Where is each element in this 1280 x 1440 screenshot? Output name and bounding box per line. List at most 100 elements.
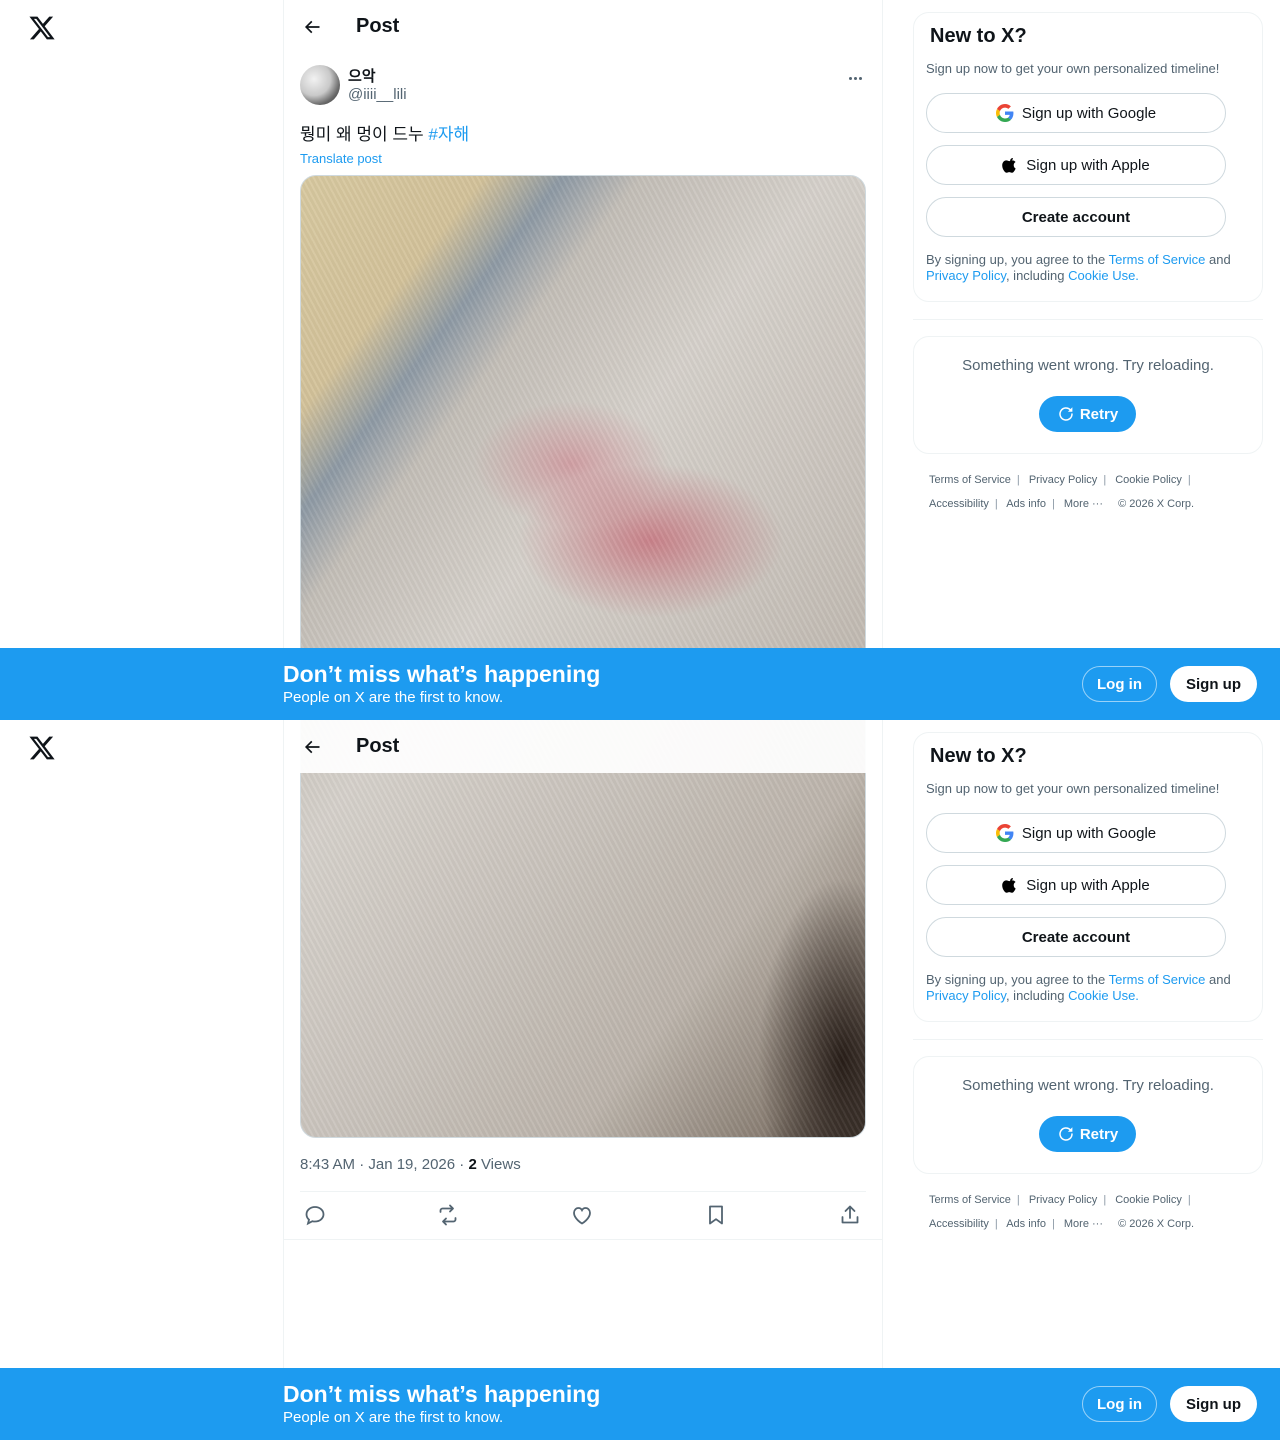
viewport-frame-top: Post 으악 @iiii__lili 뭥미 왜 멍이 드누 #자해 Trans… xyxy=(0,0,1280,720)
footer-terms-link[interactable]: Terms of Service xyxy=(929,1194,1011,1206)
footer-ads-link[interactable]: Ads info xyxy=(1006,1218,1046,1230)
bottom-banner: Don’t miss what’s happening People on X … xyxy=(0,648,1280,720)
avatar[interactable] xyxy=(300,65,340,105)
signup-card-subtitle: Sign up now to get your own personalized… xyxy=(926,61,1220,76)
post-header: Post xyxy=(284,720,882,773)
viewport-frame-bottom: Post 8:43 AM · Jan 19, 2026 · 2 Views Ne… xyxy=(0,720,1280,1440)
signup-button[interactable]: Sign up xyxy=(1170,1386,1257,1422)
footer-cookie-link[interactable]: Cookie Policy xyxy=(1115,474,1182,486)
section-divider xyxy=(913,1039,1263,1040)
views-label: Views xyxy=(476,1156,521,1173)
apple-signup-label: Sign up with Apple xyxy=(1026,156,1150,174)
apple-signup-button[interactable]: Sign up with Apple xyxy=(926,145,1226,185)
author-display-name[interactable]: 으악 xyxy=(348,65,376,86)
privacy-policy-link[interactable]: Privacy Policy xyxy=(926,268,1006,283)
like-icon[interactable] xyxy=(570,1203,594,1227)
terms-text: and xyxy=(1205,252,1231,267)
back-button[interactable] xyxy=(294,9,330,45)
post-article: 으악 @iiii__lili 뭥미 왜 멍이 드누 #자해 Translate … xyxy=(300,65,866,720)
footer-copyright: © 2026 X Corp. xyxy=(1118,498,1195,510)
google-signup-label: Sign up with Google xyxy=(1021,104,1157,122)
signup-card: New to X? Sign up now to get your own pe… xyxy=(913,732,1263,1022)
section-divider xyxy=(284,1239,882,1240)
post-image[interactable] xyxy=(300,175,866,720)
post-text: 뭥미 왜 멍이 드누 #자해 xyxy=(300,120,469,145)
share-icon[interactable] xyxy=(838,1203,862,1227)
banner-title: Don’t miss what’s happening xyxy=(283,1381,601,1407)
terms-text: and xyxy=(1205,972,1231,987)
google-icon xyxy=(995,824,1014,842)
google-icon xyxy=(995,104,1014,122)
banner-subtitle: People on X are the first to know. xyxy=(283,689,504,706)
footer-links: Terms of Service | Privacy Policy | Cookie… xyxy=(929,1194,1195,1230)
hashtag-link[interactable]: #자해 xyxy=(428,125,469,144)
footer-privacy-link[interactable]: Privacy Policy xyxy=(1029,1194,1097,1206)
banner-title: Don’t miss what’s happening xyxy=(283,661,601,687)
page-title: Post xyxy=(356,15,400,37)
reply-icon[interactable] xyxy=(303,1203,327,1227)
x-logo-icon[interactable] xyxy=(28,14,56,42)
login-button[interactable]: Log in xyxy=(1082,1386,1157,1422)
footer-copyright: © 2026 X Corp. xyxy=(1118,1218,1195,1230)
footer-terms-link[interactable]: Terms of Service xyxy=(929,474,1011,486)
retry-label: Retry xyxy=(1079,405,1119,423)
error-message: Something went wrong. Try reloading. xyxy=(962,357,1214,374)
column-divider xyxy=(283,0,284,720)
google-signup-label: Sign up with Google xyxy=(1021,824,1157,842)
footer-accessibility-link[interactable]: Accessibility xyxy=(929,1218,989,1230)
column-divider xyxy=(882,720,883,1440)
banner-subtitle: People on X are the first to know. xyxy=(283,1409,504,1426)
signup-card-title: New to X? xyxy=(930,745,1027,767)
back-button[interactable] xyxy=(294,729,330,765)
post-header: Post xyxy=(284,0,882,53)
google-signup-button[interactable]: Sign up with Google xyxy=(926,813,1226,853)
terms-of-service-link[interactable]: Terms of Service xyxy=(1109,972,1206,987)
apple-signup-button[interactable]: Sign up with Apple xyxy=(926,865,1226,905)
more-options-button[interactable] xyxy=(844,67,866,89)
post-timestamp: 8:43 AM · Jan 19, 2026 · 2 Views xyxy=(300,1156,521,1173)
footer-privacy-link[interactable]: Privacy Policy xyxy=(1029,474,1097,486)
footer-cookie-link[interactable]: Cookie Policy xyxy=(1115,1194,1182,1206)
post-time[interactable]: 8:43 AM · Jan 19, 2026 · xyxy=(300,1156,468,1173)
retry-button[interactable]: Retry xyxy=(1039,396,1136,432)
signup-card-subtitle: Sign up now to get your own personalized… xyxy=(926,781,1220,796)
terms-text: By signing up, you agree to the xyxy=(926,972,1109,987)
column-divider xyxy=(882,0,883,720)
footer-links: Terms of Service | Privacy Policy | Cookie… xyxy=(929,474,1195,510)
post-body: 뭥미 왜 멍이 드누 xyxy=(300,125,424,144)
author-handle[interactable]: @iiii__lili xyxy=(348,86,407,103)
error-message: Something went wrong. Try reloading. xyxy=(962,1077,1214,1094)
views-count: 2 xyxy=(468,1156,477,1173)
bookmark-icon[interactable] xyxy=(704,1203,728,1227)
google-signup-button[interactable]: Sign up with Google xyxy=(926,93,1226,133)
refresh-icon xyxy=(1059,407,1073,421)
terms-of-service-link[interactable]: Terms of Service xyxy=(1109,252,1206,267)
footer-more-link[interactable]: More ··· xyxy=(1064,1218,1103,1230)
section-divider xyxy=(913,319,1263,320)
create-account-button[interactable]: Create account xyxy=(926,917,1226,957)
signup-button[interactable]: Sign up xyxy=(1170,666,1257,702)
signup-terms: By signing up, you agree to the Terms of… xyxy=(926,252,1256,284)
apple-icon xyxy=(1002,157,1016,173)
column-divider xyxy=(283,720,284,1440)
terms-text: , including xyxy=(1005,988,1069,1003)
cookie-use-link[interactable]: Cookie Use. xyxy=(1068,268,1139,283)
footer-accessibility-link[interactable]: Accessibility xyxy=(929,498,989,510)
apple-signup-label: Sign up with Apple xyxy=(1026,876,1150,894)
footer-more-link[interactable]: More ··· xyxy=(1064,498,1103,510)
repost-icon[interactable] xyxy=(436,1203,460,1227)
refresh-icon xyxy=(1059,1127,1073,1141)
terms-text: By signing up, you agree to the xyxy=(926,252,1109,267)
post-image[interactable] xyxy=(300,720,866,1138)
privacy-policy-link[interactable]: Privacy Policy xyxy=(926,988,1006,1003)
login-button[interactable]: Log in xyxy=(1082,666,1157,702)
create-account-button[interactable]: Create account xyxy=(926,197,1226,237)
error-card: Something went wrong. Try reloading. Ret… xyxy=(913,336,1263,454)
footer-ads-link[interactable]: Ads info xyxy=(1006,498,1046,510)
x-logo-icon[interactable] xyxy=(28,734,56,762)
terms-text: , including xyxy=(1005,268,1069,283)
cookie-use-link[interactable]: Cookie Use. xyxy=(1068,988,1139,1003)
error-card: Something went wrong. Try reloading. Ret… xyxy=(913,1056,1263,1174)
retry-button[interactable]: Retry xyxy=(1039,1116,1136,1152)
translate-post-link[interactable]: Translate post xyxy=(300,151,382,166)
